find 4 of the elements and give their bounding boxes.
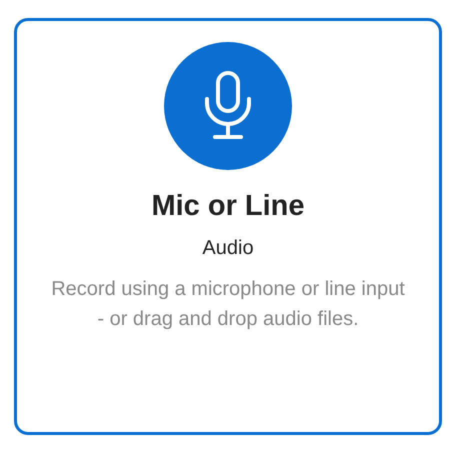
card-title: Mic or Line	[151, 190, 305, 223]
source-card[interactable]: Mic or Line Audio Record using a microphone or line input - or drag and drop audio files.	[14, 18, 442, 435]
card-description: Record using a microphone or line input - or drag and drop audio files.	[50, 277, 406, 332]
card-subtitle: Audio	[202, 237, 254, 260]
